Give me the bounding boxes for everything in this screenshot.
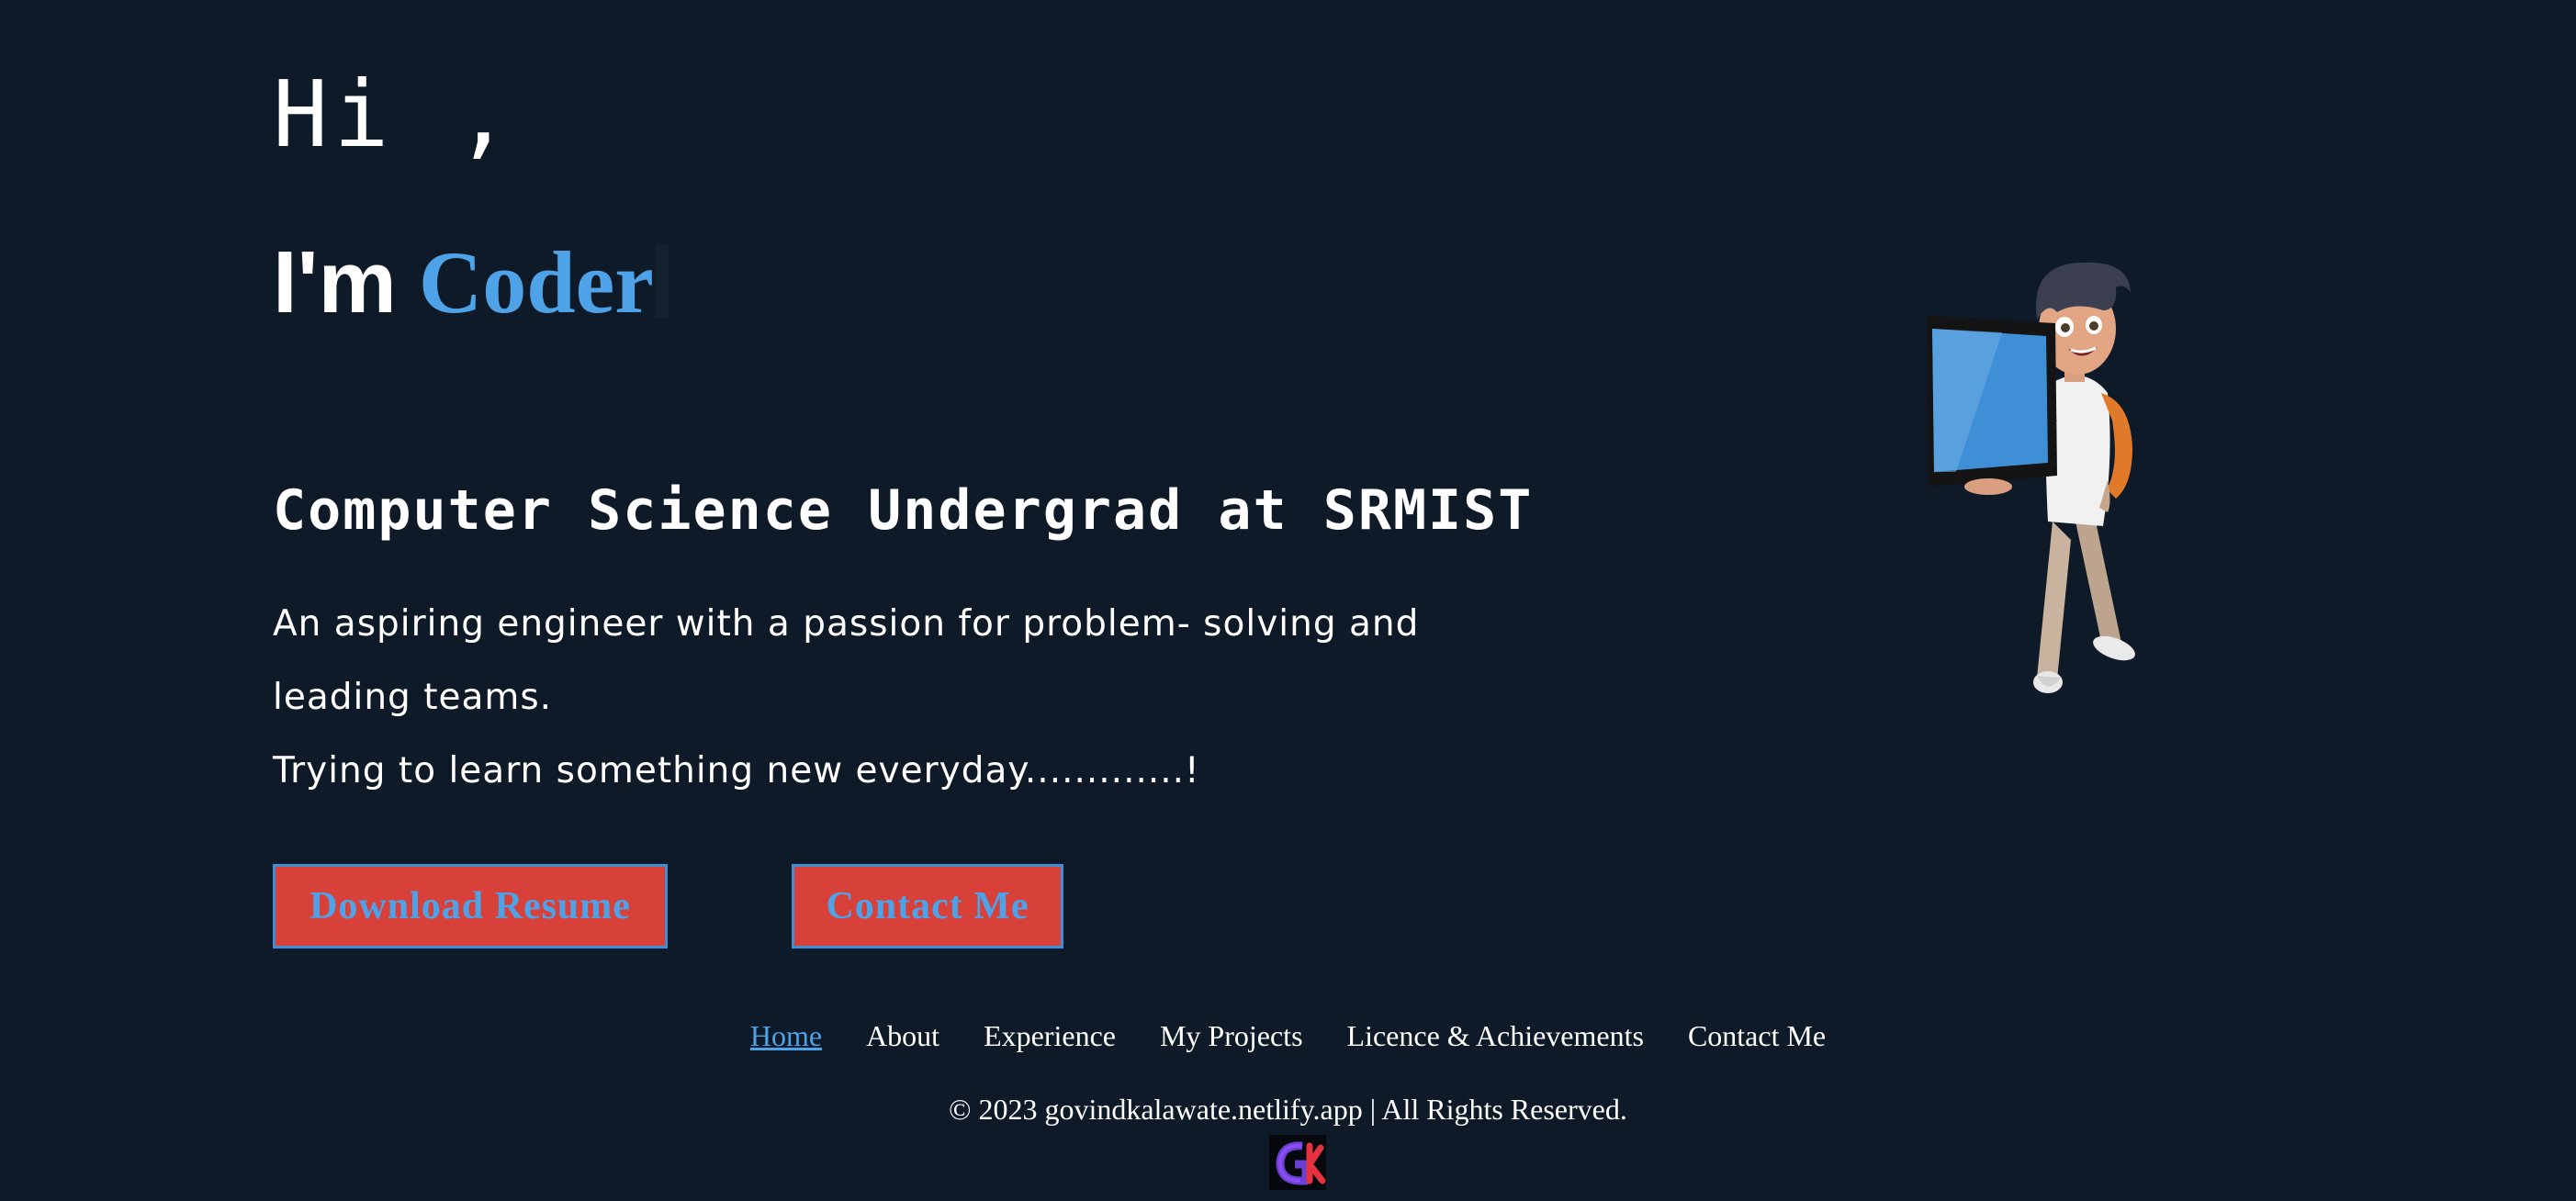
nav-link-my-projects[interactable]: My Projects	[1160, 1019, 1303, 1053]
subtitle: Computer Science Undergrad at SRMIST	[273, 478, 1534, 543]
headline-prefix: I'm	[273, 233, 397, 331]
nav-link-experience[interactable]: Experience	[984, 1019, 1116, 1053]
download-resume-button[interactable]: Download Resume	[273, 864, 668, 948]
typing-role-text: Coder	[418, 233, 654, 331]
cartoon-boy-with-tablet-illustration	[1927, 262, 2135, 693]
bio-line-1: An aspiring engineer with a passion for …	[273, 603, 1420, 718]
typing-cursor	[655, 244, 669, 318]
greeting-text: Hi ,	[273, 61, 516, 168]
footer-nav: Home About Experience My Projects Licenc…	[0, 1019, 2576, 1053]
nav-link-licence-achievements[interactable]: Licence & Achievements	[1347, 1019, 1644, 1053]
nav-link-about[interactable]: About	[866, 1019, 939, 1053]
bio-text: An aspiring engineer with a passion for …	[273, 588, 1467, 808]
contact-me-button[interactable]: Contact Me	[792, 864, 1063, 948]
copyright-text: © 2023 govindkalawate.netlify.app | All …	[949, 1093, 1627, 1126]
bio-line-2: Trying to learn something new everyday..…	[273, 750, 1200, 791]
gk-logo-icon	[1269, 1135, 1326, 1190]
headline: I'm Coder	[273, 228, 669, 338]
nav-link-contact-me[interactable]: Contact Me	[1688, 1019, 1826, 1053]
nav-link-home[interactable]: Home	[750, 1019, 822, 1053]
portfolio-page: Hi , I'm Coder Computer Science Undergra…	[0, 0, 2576, 1201]
